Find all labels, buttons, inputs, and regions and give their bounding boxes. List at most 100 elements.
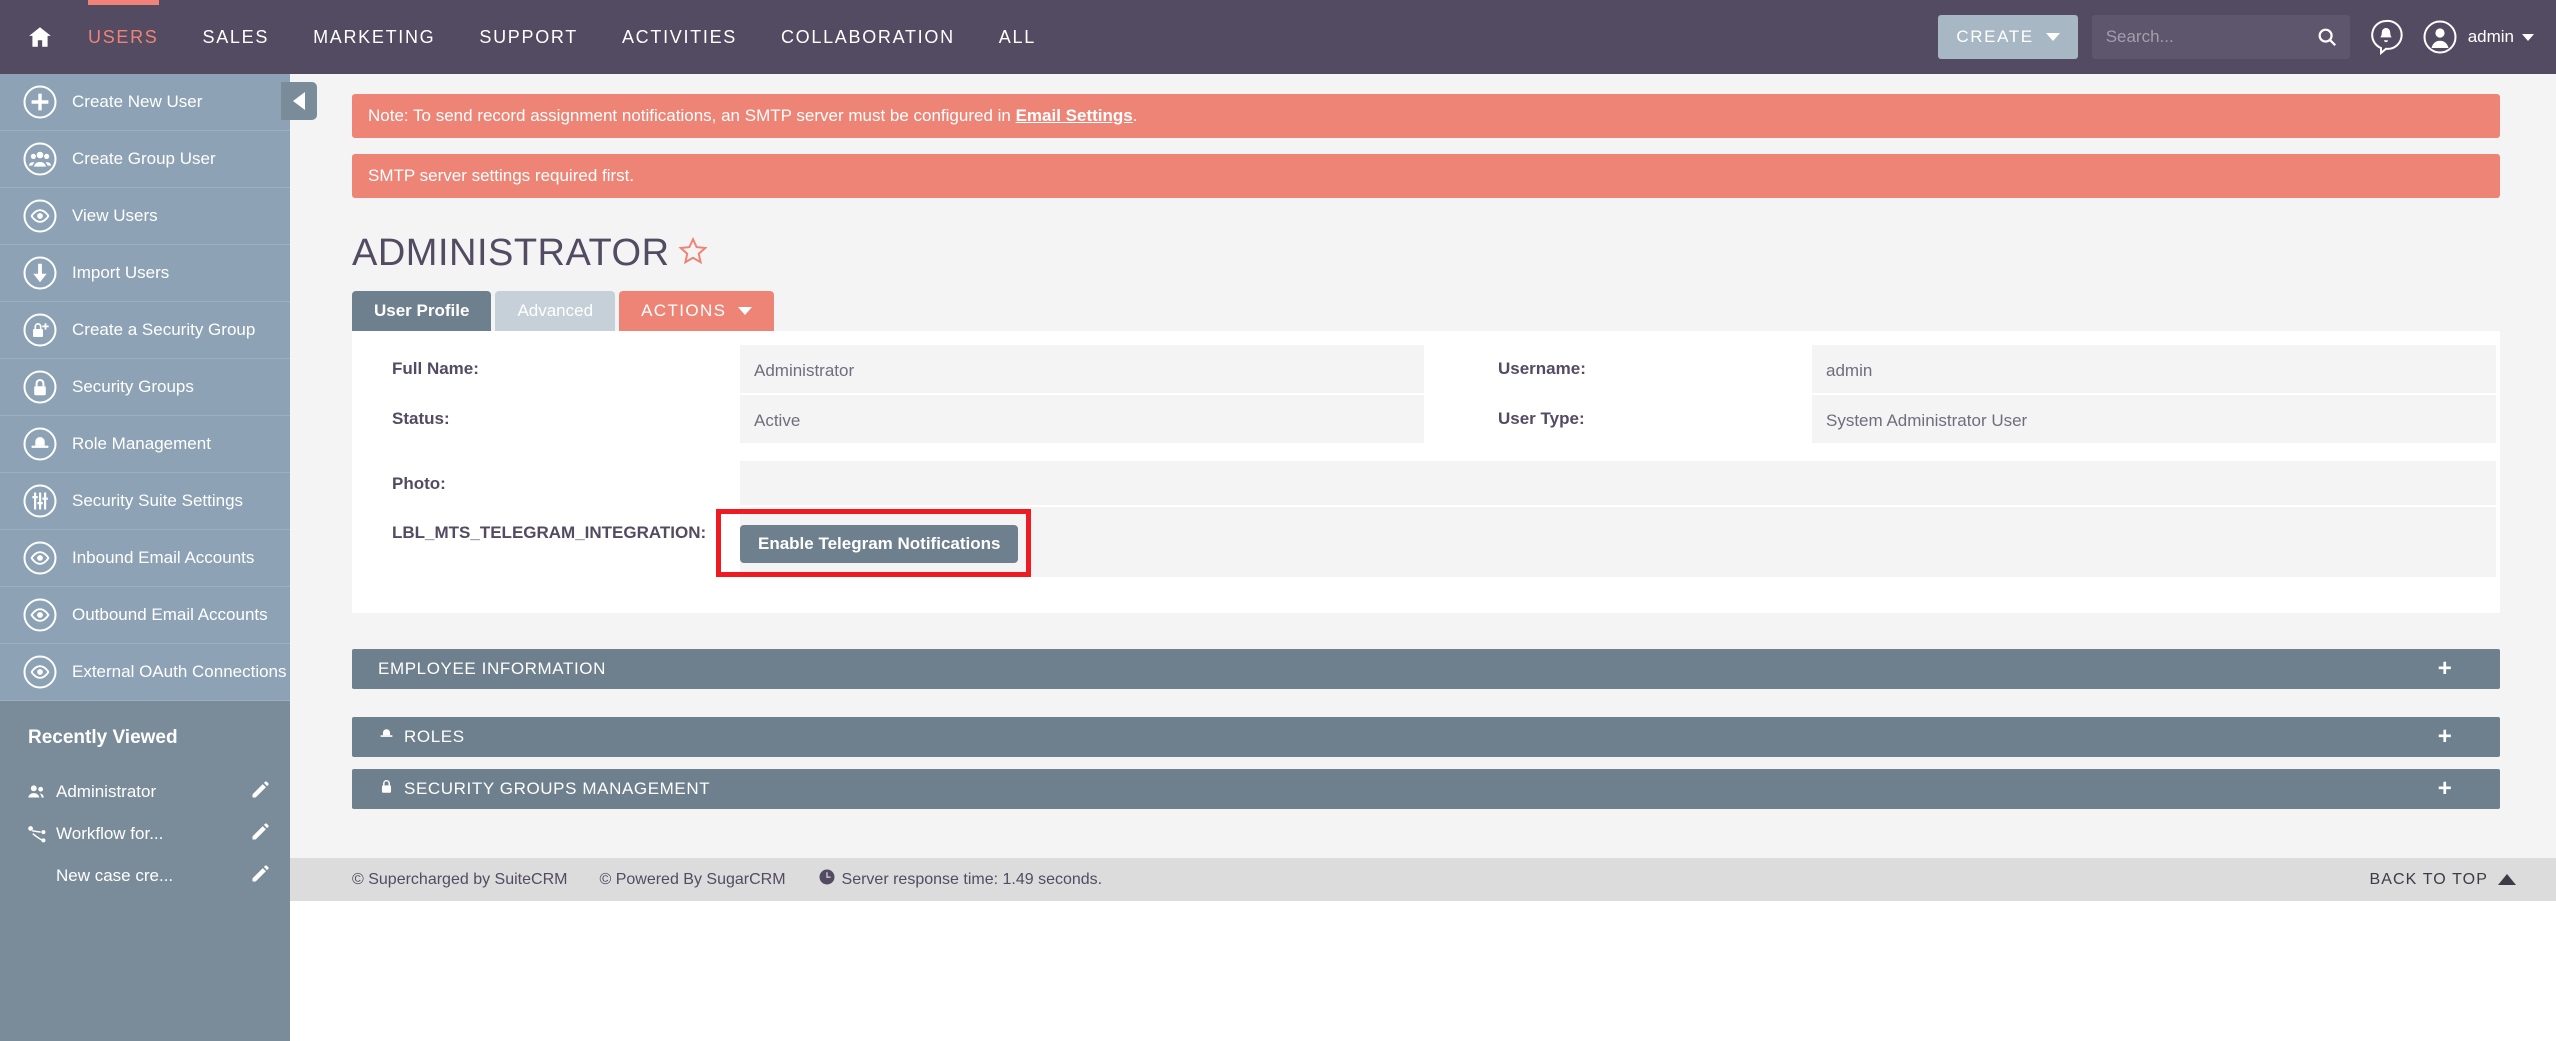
tab-user-profile[interactable]: User Profile (352, 291, 492, 331)
alert-smtp-required: SMTP server settings required first. (352, 154, 2500, 198)
admin-menu-label: admin (2467, 27, 2514, 46)
chevron-down-icon (2522, 33, 2534, 41)
sidebar-item-outbound-email-accounts[interactable]: Outbound Email Accounts (0, 587, 290, 644)
detail-field-grid: Full Name: Administrator Username: admin… (352, 331, 2500, 613)
full-name-label: Full Name: (392, 359, 479, 378)
username-value: admin (1812, 345, 2496, 393)
sidebar-item-inbound-email-accounts[interactable]: Inbound Email Accounts (0, 530, 290, 587)
sidebar-item-import-users[interactable]: Import Users (0, 245, 290, 302)
footer-supercharged: © Supercharged by SuiteCRM (352, 870, 568, 888)
user-type-value: System Administrator User (1812, 395, 2496, 443)
sidebar-item-view-users[interactable]: View Users (0, 188, 290, 245)
alert-text: Note: To send record assignment notifica… (368, 106, 1138, 125)
record-tabs: User Profile Advanced ACTIONS (352, 291, 2556, 331)
chevron-down-icon (2045, 33, 2060, 41)
navbar-right-group: CREATE admin (1938, 0, 2556, 74)
top-navbar: USERS SALES MARKETING SUPPORT ACTIVITIES… (0, 0, 2556, 74)
user-avatar-icon[interactable] (2422, 19, 2458, 55)
left-sidebar: Create New User Create Group User View U… (0, 74, 290, 1041)
sidebar-item-label: External OAuth Connections (72, 662, 287, 681)
pencil-icon[interactable] (250, 822, 270, 847)
sidebar-item-role-management[interactable]: Role Management (0, 416, 290, 473)
tab-advanced[interactable]: Advanced (495, 291, 616, 331)
back-to-top-button[interactable]: BACK TO TOP (2369, 871, 2516, 889)
admin-menu[interactable]: admin (2468, 27, 2534, 47)
nav-item-marketing[interactable]: MARKETING (291, 0, 457, 74)
pencil-icon[interactable] (250, 864, 270, 889)
footer-powered: © Powered By SugarCRM (599, 870, 786, 888)
create-button[interactable]: CREATE (1938, 15, 2078, 59)
sidebar-item-create-a-security-group[interactable]: Create a Security Group (0, 302, 290, 359)
actions-label: ACTIONS (641, 301, 727, 320)
lock-circle-icon (22, 369, 58, 405)
search-box[interactable] (2091, 15, 2350, 59)
lock-plus-circle-icon (22, 312, 58, 348)
panel-label: SECURITY GROUPS MANAGEMENT (404, 779, 711, 798)
nav-item-users[interactable]: USERS (66, 0, 181, 74)
actions-dropdown-button[interactable]: ACTIONS (619, 291, 775, 331)
photo-value (740, 461, 2496, 505)
email-settings-link[interactable]: Email Settings (1016, 106, 1133, 125)
eye-circle-icon (22, 540, 58, 576)
panel-security-groups-management[interactable]: SECURITY GROUPS MANAGEMENT + (352, 769, 2500, 809)
panel-label: EMPLOYEE INFORMATION (378, 659, 606, 678)
recently-viewed-item-workflow[interactable]: Workflow for... (0, 813, 290, 855)
lock-icon (378, 778, 395, 800)
main-content: Note: To send record assignment notifica… (290, 74, 2556, 858)
alert-text: SMTP server settings required first. (368, 166, 635, 185)
panel-employee-information[interactable]: EMPLOYEE INFORMATION + (352, 649, 2500, 689)
sidebar-item-label: Role Management (72, 434, 211, 453)
user-profile-detail-panel: Full Name: Administrator Username: admin… (352, 331, 2500, 613)
enable-telegram-notifications-button[interactable]: Enable Telegram Notifications (740, 525, 1019, 563)
eye-circle-icon (22, 198, 58, 234)
footer-server-response: Server response time: 1.49 seconds. (818, 868, 1102, 891)
expand-plus-icon[interactable]: + (2390, 775, 2500, 803)
role-hat-icon (378, 726, 395, 748)
panel-roles[interactable]: ROLES + (352, 717, 2500, 757)
panel-label: ROLES (404, 727, 465, 746)
down-arrow-circle-icon (22, 255, 58, 291)
recently-viewed-item-new-case[interactable]: New case cre... (0, 855, 290, 897)
recently-viewed-section: Recently Viewed Administrator Workflow f… (0, 701, 290, 1041)
nav-item-activities[interactable]: ACTIVITIES (600, 0, 759, 74)
sidebar-item-security-suite-settings[interactable]: Security Suite Settings (0, 473, 290, 530)
chevron-left-icon (293, 92, 305, 110)
sidebar-item-label: Outbound Email Accounts (72, 605, 268, 624)
sidebar-item-security-groups[interactable]: Security Groups (0, 359, 290, 416)
eye-circle-icon (22, 654, 58, 690)
panel-header-label-wrap: SECURITY GROUPS MANAGEMENT (352, 778, 710, 800)
sidebar-item-external-oauth-connections[interactable]: External OAuth Connections (0, 644, 290, 701)
sidebar-item-label: Security Groups (72, 377, 194, 396)
sidebar-item-create-group-user[interactable]: Create Group User (0, 131, 290, 188)
workflow-icon (26, 823, 56, 845)
telegram-integration-label: LBL_MTS_TELEGRAM_INTEGRATION: (392, 523, 707, 542)
bell-notification-icon[interactable] (2368, 19, 2404, 55)
sidebar-item-create-new-user[interactable]: Create New User (0, 74, 290, 131)
expand-plus-icon[interactable]: + (2390, 655, 2500, 683)
search-icon[interactable] (2316, 26, 2338, 53)
sidebar-item-label: Import Users (72, 263, 170, 282)
expand-plus-icon[interactable]: + (2390, 723, 2500, 751)
nav-item-all[interactable]: ALL (977, 0, 1058, 74)
recently-viewed-item-label: Workflow for... (56, 824, 164, 843)
recently-viewed-item-administrator[interactable]: Administrator (0, 771, 290, 813)
search-input[interactable] (2091, 15, 2350, 59)
nav-item-support[interactable]: SUPPORT (457, 0, 600, 74)
nav-item-sales[interactable]: SALES (181, 0, 292, 74)
star-outline-icon[interactable] (677, 236, 708, 271)
eye-circle-icon (22, 597, 58, 633)
recently-viewed-title: Recently Viewed (28, 727, 178, 748)
alert-smtp-note: Note: To send record assignment notifica… (352, 94, 2500, 138)
role-hat-circle-icon (22, 426, 58, 462)
navbar-left-group: USERS SALES MARKETING SUPPORT ACTIVITIES… (0, 0, 1058, 74)
nav-item-collaboration[interactable]: COLLABORATION (759, 0, 977, 74)
sidebar-collapse-button[interactable] (281, 82, 317, 120)
home-icon[interactable] (14, 0, 66, 74)
pencil-icon[interactable] (250, 780, 270, 805)
full-name-value: Administrator (740, 345, 1424, 393)
sidebar-item-label: Create a Security Group (72, 320, 256, 339)
panel-header-label-wrap: ROLES (352, 726, 465, 748)
plus-circle-icon (22, 84, 58, 120)
clock-icon (818, 868, 836, 891)
users-icon (26, 781, 56, 803)
